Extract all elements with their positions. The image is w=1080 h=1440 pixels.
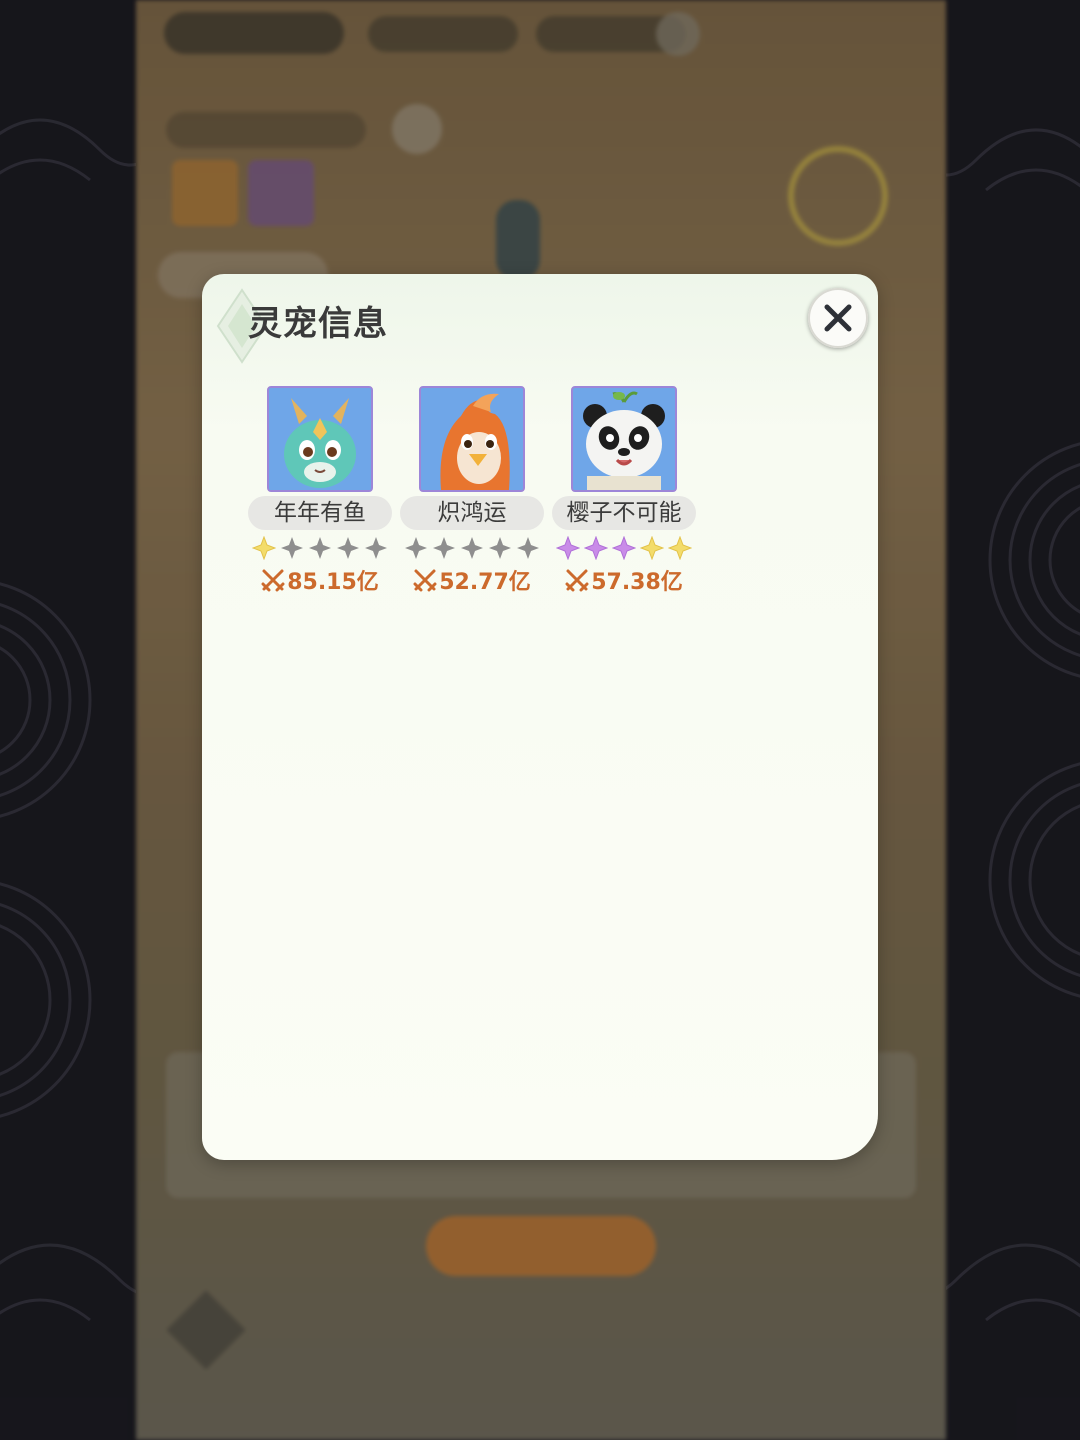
star-rating: [556, 536, 692, 560]
star-rating: [252, 536, 388, 560]
power-value: 52.77亿: [439, 570, 531, 595]
power-value: 57.38亿: [591, 570, 683, 595]
star-gray-icon: [365, 537, 387, 559]
pet-list: 年年有鱼 85.15亿 炽鸿运 52.77亿 樱子不可能 57.38亿: [244, 386, 700, 596]
dialog-title: 灵宠信息: [248, 304, 388, 344]
star-purple-icon: [584, 536, 608, 560]
pet-name: 炽鸿运: [400, 496, 544, 530]
teal-dragon-pet-portrait[interactable]: [267, 386, 373, 492]
combat-power: 57.38亿: [565, 564, 683, 596]
pet-card[interactable]: 炽鸿运 52.77亿: [396, 386, 548, 596]
crossed-swords-icon: [413, 569, 437, 592]
panda-pet-portrait[interactable]: [571, 386, 677, 492]
star-rating: [404, 536, 540, 560]
close-button[interactable]: [808, 288, 868, 348]
star-gray-icon: [461, 537, 483, 559]
close-x-icon: [824, 304, 852, 332]
star-gray-icon: [433, 537, 455, 559]
star-gold-icon: [640, 536, 664, 560]
star-gray-icon: [517, 537, 539, 559]
star-gray-icon: [281, 537, 303, 559]
pet-name: 樱子不可能: [552, 496, 696, 530]
pet-card[interactable]: 樱子不可能 57.38亿: [548, 386, 700, 596]
star-gray-icon: [309, 537, 331, 559]
power-value: 85.15亿: [287, 570, 379, 595]
crossed-swords-icon: [261, 569, 285, 592]
crossed-swords-icon: [565, 569, 589, 592]
star-gray-icon: [337, 537, 359, 559]
pet-card[interactable]: 年年有鱼 85.15亿: [244, 386, 396, 596]
star-purple-icon: [556, 536, 580, 560]
star-purple-icon: [612, 536, 636, 560]
star-gray-icon: [405, 537, 427, 559]
star-gold-icon: [668, 536, 692, 560]
pet-info-dialog: 灵宠信息 年年有鱼 85.15亿 炽鸿运 52.77亿 樱子不可能 57.38亿: [202, 274, 878, 1160]
star-gray-icon: [489, 537, 511, 559]
pet-name: 年年有鱼: [248, 496, 392, 530]
combat-power: 85.15亿: [261, 564, 379, 596]
orange-bird-pet-portrait[interactable]: [419, 386, 525, 492]
star-gold-icon: [252, 536, 276, 560]
combat-power: 52.77亿: [413, 564, 531, 596]
